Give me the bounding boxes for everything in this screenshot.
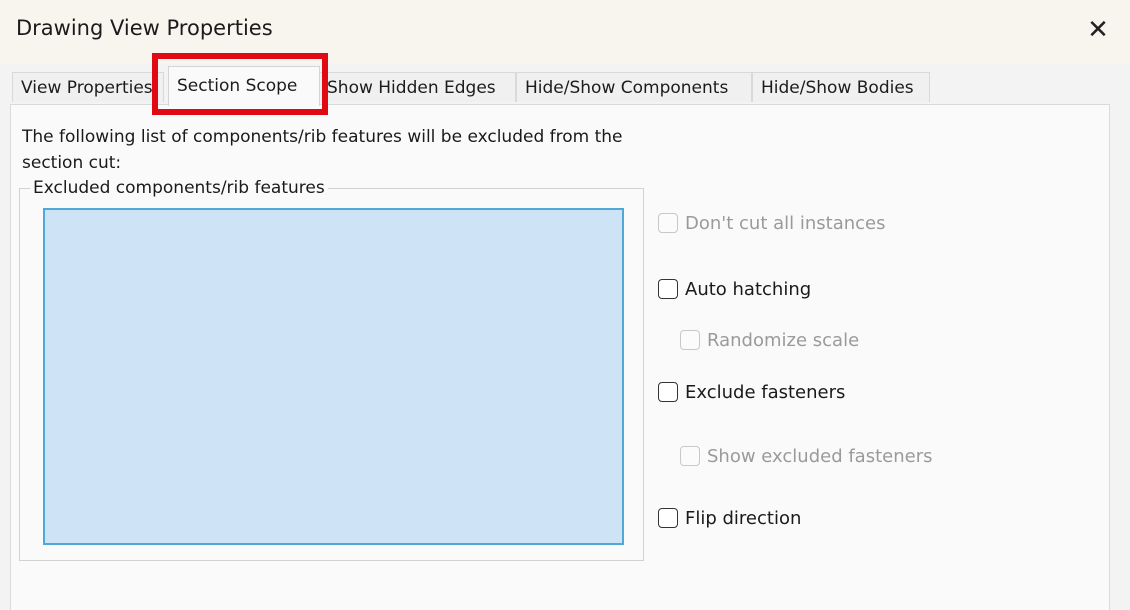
checkbox-box (658, 279, 678, 299)
section-scope-description: The following list of components/rib fea… (22, 127, 623, 173)
excluded-components-group-label: Excluded components/rib features (30, 176, 328, 200)
dont-cut-all-instances-checkbox[interactable]: Don't cut all instances (658, 210, 885, 236)
close-icon: ✕ (1087, 15, 1109, 45)
tab-section-scope[interactable]: Section Scope (168, 66, 320, 106)
tab-hide-show-components[interactable]: Hide/Show Components (516, 72, 752, 102)
tab-label: Show Hidden Edges (327, 78, 496, 98)
tab-strip: View Properties Section Scope Show Hidde… (0, 64, 1130, 106)
flip-direction-checkbox[interactable]: Flip direction (658, 505, 801, 531)
tab-label: View Properties (21, 78, 153, 98)
tab-view-properties[interactable]: View Properties (12, 72, 164, 102)
checkbox-box (658, 382, 678, 402)
auto-hatching-checkbox[interactable]: Auto hatching (658, 276, 811, 302)
tab-label: Hide/Show Components (525, 78, 729, 98)
checkbox-box (658, 213, 678, 233)
checkbox-label: Auto hatching (685, 278, 812, 300)
checkbox-box (658, 508, 678, 528)
checkbox-box (680, 446, 700, 466)
exclude-fasteners-checkbox[interactable]: Exclude fasteners (658, 379, 845, 405)
checkbox-label: Don't cut all instances (685, 212, 886, 234)
tab-show-hidden-edges[interactable]: Show Hidden Edges (318, 72, 516, 102)
window-title: Drawing View Properties (16, 16, 273, 40)
close-button[interactable]: ✕ (1080, 12, 1116, 48)
excluded-components-list[interactable] (43, 208, 624, 545)
randomize-scale-checkbox[interactable]: Randomize scale (680, 327, 859, 353)
title-bar: Drawing View Properties ✕ (0, 0, 1130, 64)
tab-label: Section Scope (177, 76, 298, 96)
drawing-view-properties-dialog: Drawing View Properties ✕ View Propertie… (0, 0, 1130, 610)
checkbox-label: Flip direction (685, 507, 802, 529)
tab-hide-show-bodies[interactable]: Hide/Show Bodies (752, 72, 930, 102)
checkbox-label: Show excluded fasteners (707, 445, 933, 467)
checkbox-label: Exclude fasteners (685, 381, 846, 403)
checkbox-label: Randomize scale (707, 329, 860, 351)
show-excluded-fasteners-checkbox[interactable]: Show excluded fasteners (680, 443, 932, 469)
checkbox-box (680, 330, 700, 350)
tab-label: Hide/Show Bodies (761, 78, 914, 98)
